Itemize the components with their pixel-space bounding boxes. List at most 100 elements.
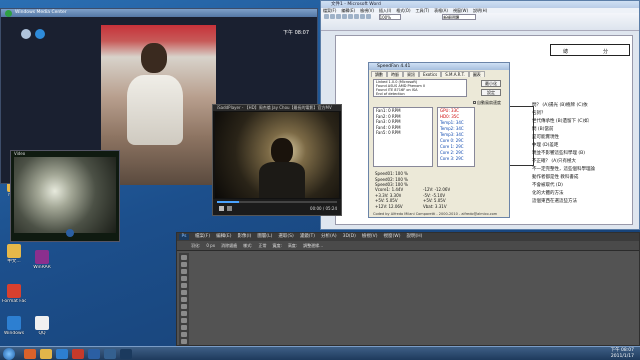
speedfan-tab[interactable]: 時脈 xyxy=(387,71,403,77)
stop-button[interactable] xyxy=(227,206,232,211)
photoshop-option[interactable]: 0 px xyxy=(206,243,215,248)
speedfan-tab[interactable]: 讀數 xyxy=(371,71,387,77)
open-icon[interactable] xyxy=(330,14,335,19)
speedfan-window[interactable]: SpeedFan 4.41 讀數 時脈 資訊 Exotics S.M.A.R.T. 圖表 … xyxy=(368,62,510,218)
video-preview-window[interactable]: Video xyxy=(10,150,120,242)
youtube-player-window[interactable]: iSaddPlayer - 【HD】周杰倫 Jay Chou【最長的電影】官方M… xyxy=(212,104,342,216)
photoshop-option[interactable]: 正常 xyxy=(258,243,266,248)
desktop-icon[interactable]: Windows xyxy=(2,316,26,336)
play-pause-button[interactable] xyxy=(219,206,224,211)
desktop-icon-image xyxy=(35,316,49,330)
taskbar-clock[interactable]: 下午 08:07 2011/1/17 xyxy=(611,348,634,360)
photoshop-option[interactable]: 調整邊緣... xyxy=(303,243,323,248)
document-line: 這個東西在選這些方法 xyxy=(532,199,577,204)
desktop-icon-image xyxy=(35,250,49,264)
desktop-icon[interactable]: 中文... xyxy=(2,244,26,264)
photoshop-tool-icon[interactable] xyxy=(181,318,187,323)
speedfan-titlebar: SpeedFan 4.41 xyxy=(369,63,509,70)
photoshop-window[interactable]: Ps 檔案(F) 編輯(E) 影像(I) 圖層(L) 選取(S) 濾鏡(T) 分析(A) 3D… xyxy=(176,232,640,351)
photoshop-tool-icon[interactable] xyxy=(181,276,187,281)
photoshop-option[interactable]: 高度: xyxy=(288,243,297,248)
photoshop-menu-item[interactable]: 說明(H) xyxy=(406,234,422,239)
speedfan-info-log: Linked 1.0.0 (Microsoft) Found ASUS AMD P… xyxy=(373,79,467,97)
paste-icon[interactable] xyxy=(360,14,365,19)
speed-controls: Speed01: 100 % Speed02: 100 % Speed03: 100… xyxy=(373,171,433,188)
desktop-icon[interactable]: Format Factory xyxy=(2,284,26,304)
photoshop-tool-icon[interactable] xyxy=(181,304,187,309)
checkbox-icon[interactable] xyxy=(473,101,476,104)
print-icon[interactable] xyxy=(342,14,347,19)
progress-track[interactable] xyxy=(217,201,337,203)
font-select[interactable]: 新細明體 xyxy=(442,14,477,20)
photoshop-tool-icon[interactable] xyxy=(181,311,187,316)
desktop-icon[interactable]: WinRAR xyxy=(30,250,54,270)
photoshop-menu-item[interactable]: 視窗(W) xyxy=(383,234,400,239)
media-center-titlebar: Windows Media Center xyxy=(1,9,317,17)
speedfan-footer: Coded by Alfredo Milani Comparetti - 200… xyxy=(373,212,498,216)
photoshop-tool-icon[interactable] xyxy=(181,255,187,260)
photoshop-menu-item[interactable]: 選取(S) xyxy=(278,234,293,239)
back-button[interactable] xyxy=(21,29,31,39)
word-standard-toolbar: 100% 新細明體 xyxy=(321,13,639,22)
media-center-home-icon[interactable] xyxy=(35,29,45,39)
photoshop-menu-item[interactable]: 檔案(F) xyxy=(195,234,210,239)
photoshop-menu-item[interactable]: 3D(D) xyxy=(343,234,356,239)
minimize-button[interactable]: 最小化 xyxy=(481,80,501,87)
photoshop-menu-item[interactable]: 圖層(L) xyxy=(257,234,272,239)
desktop-icon-label: Format Factory xyxy=(2,299,26,304)
document-line: 不一定完整性，這些個科學理論 xyxy=(532,167,595,172)
temperature-readings: GPU: 33C HD0: 35C Temp1: 34C Temp2: 34C Temp… xyxy=(437,107,475,167)
voltage-readings: Vcore1: 1.44V +3.3V: 3.30V +5V: 5.05V +12V:… xyxy=(373,187,503,211)
person-head xyxy=(141,43,167,73)
photoshop-tool-icon[interactable] xyxy=(181,290,187,295)
fan-reading: Fan5: 0 RPM xyxy=(376,130,401,135)
desktop-icon-image xyxy=(7,244,21,258)
photoshop-tool-icon[interactable] xyxy=(181,325,187,330)
photoshop-tool-icon[interactable] xyxy=(181,297,187,302)
undo-icon[interactable] xyxy=(366,14,371,19)
document-line: 不會被取代 (D) xyxy=(532,183,563,188)
media-center-logo-icon xyxy=(5,10,12,17)
photoshop-menu-item[interactable]: 濾鏡(T) xyxy=(300,234,315,239)
photoshop-menu-item[interactable]: 分析(A) xyxy=(321,234,337,239)
photoshop-menubar: 檔案(F) 編輯(E) 影像(I) 圖層(L) 選取(S) 濾鏡(T) 分析(A) 3D(D)… xyxy=(177,233,639,241)
explorer-icon[interactable] xyxy=(40,349,52,359)
auto-fan-speed-checkbox[interactable]: 自動風扇速度 xyxy=(473,100,501,106)
document-line: 不正確？ (A)只有極大 xyxy=(532,159,577,164)
new-icon[interactable] xyxy=(324,14,329,19)
media-player-icon[interactable] xyxy=(56,349,68,359)
save-icon[interactable] xyxy=(336,14,341,19)
word-taskbar-icon[interactable] xyxy=(88,349,100,359)
firefox-icon[interactable] xyxy=(24,349,36,359)
photoshop-option[interactable]: 羽化: xyxy=(191,243,200,248)
photoshop-tool-icon[interactable] xyxy=(181,269,187,274)
photoshop-tool-icon[interactable] xyxy=(181,332,187,337)
zoom-select[interactable]: 100% xyxy=(378,14,401,20)
speedfan-tab[interactable]: Exotics xyxy=(419,71,442,77)
speedfan-tab[interactable]: 圖表 xyxy=(468,71,485,77)
speedfan-tab[interactable]: S.M.A.R.T. xyxy=(441,71,469,77)
photoshop-tool-icon[interactable] xyxy=(181,262,187,267)
photoshop-menu-item[interactable]: 編輯(E) xyxy=(216,234,231,239)
speedfan-taskbar-icon[interactable] xyxy=(104,349,116,359)
cut-icon[interactable] xyxy=(348,14,353,19)
youtube-player-titlebar: iSaddPlayer - 【HD】周杰倫 Jay Chou【最長的電影】官方M… xyxy=(213,105,341,111)
start-button[interactable] xyxy=(3,348,15,360)
photoshop-tool-icon[interactable] xyxy=(181,283,187,288)
configure-button[interactable]: 設定 xyxy=(481,89,501,96)
progress-fill xyxy=(217,201,239,203)
play-button[interactable] xyxy=(66,229,74,237)
document-text: 問？ (A)揚光 (B)樹牌 (C)依 名詞？ 世代傳承性 (B)遺留下 (C)如問… xyxy=(532,102,632,206)
copy-icon[interactable] xyxy=(354,14,359,19)
photoshop-menu-item[interactable]: 檢視(V) xyxy=(362,234,378,239)
photoshop-taskbar-icon[interactable] xyxy=(120,349,132,359)
media-center-taskbar-icon[interactable] xyxy=(72,349,84,359)
photoshop-menu-item[interactable]: 影像(I) xyxy=(237,234,251,239)
desktop-icon[interactable]: QQ xyxy=(30,316,54,336)
photoshop-option[interactable]: 寬度: xyxy=(272,243,281,248)
document-line: 是可能實現性 xyxy=(532,135,559,140)
photoshop-option[interactable]: 消除鋸齒 xyxy=(221,243,237,248)
speedfan-tab[interactable]: 資訊 xyxy=(403,71,419,77)
photoshop-tool-icon[interactable] xyxy=(181,339,187,344)
photoshop-option[interactable]: 樣式: xyxy=(243,243,252,248)
